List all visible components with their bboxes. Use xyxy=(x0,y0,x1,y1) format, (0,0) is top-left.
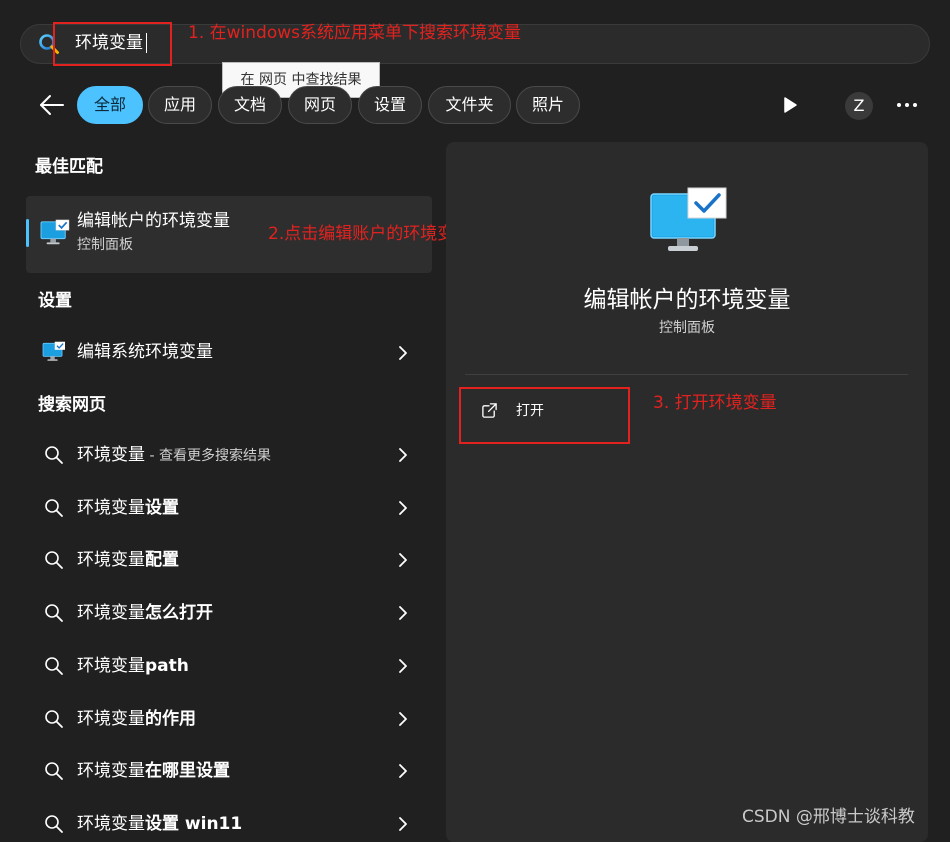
preview-divider xyxy=(465,374,908,375)
tab-all[interactable]: 全部 xyxy=(77,86,143,124)
chevron-right-icon[interactable] xyxy=(398,659,408,673)
web-result-text: 环境变量在哪里设置 xyxy=(77,760,230,783)
web-result-bold: 配置 xyxy=(145,550,179,570)
annotation-step-1: 1. 在windows系统应用菜单下搜索环境变量 xyxy=(188,23,521,43)
tab-apps[interactable]: 应用 xyxy=(148,86,212,124)
chevron-right-icon[interactable] xyxy=(398,817,408,831)
tab-folders[interactable]: 文件夹 xyxy=(428,86,511,124)
search-icon xyxy=(45,604,63,622)
annotation-step-2: 2.点击编辑账户的环境变量 xyxy=(268,224,472,244)
preview-subtitle: 控制面板 xyxy=(659,320,715,336)
tab-documents[interactable]: 文档 xyxy=(218,86,282,124)
back-arrow-icon[interactable] xyxy=(37,93,65,117)
annotation-box-search xyxy=(53,22,172,66)
web-result-text: 环境变量设置 win11 xyxy=(77,813,242,836)
web-result-text: 环境变量的作用 xyxy=(77,708,196,731)
chevron-right-icon[interactable] xyxy=(398,712,408,726)
web-result-query: 环境变量 xyxy=(77,761,145,781)
selection-indicator xyxy=(26,219,29,247)
control-panel-large-icon xyxy=(650,187,727,251)
web-result-query: 环境变量 xyxy=(77,814,145,834)
web-result-bold: 设置 win11 xyxy=(145,814,243,834)
tab-settings[interactable]: 设置 xyxy=(358,86,422,124)
chevron-right-icon[interactable] xyxy=(398,764,408,778)
settings-heading: 设置 xyxy=(38,291,72,311)
web-result-text: 环境变量配置 xyxy=(77,549,179,572)
search-icon xyxy=(45,710,63,728)
settings-item-system-env[interactable]: 编辑系统环境变量 xyxy=(77,341,213,363)
control-panel-monitor-icon xyxy=(40,219,70,245)
web-result-text: 环境变量path xyxy=(77,655,189,678)
annotation-box-open xyxy=(459,387,630,444)
watermark: CSDN @邢博士谈科教 xyxy=(742,807,915,827)
chevron-right-icon[interactable] xyxy=(398,501,408,515)
web-result-query: 环境变量 xyxy=(77,550,145,570)
web-result-query: 环境变量 xyxy=(77,709,145,729)
chevron-right-icon[interactable] xyxy=(398,553,408,567)
web-result-suffix: - 查看更多搜索结果 xyxy=(145,448,271,464)
search-icon xyxy=(45,499,63,517)
chevron-right-icon[interactable] xyxy=(398,346,408,360)
more-options-icon[interactable] xyxy=(895,98,919,112)
web-result-bold: path xyxy=(145,656,189,676)
web-result-query: 环境变量 xyxy=(77,656,145,676)
system-monitor-icon xyxy=(42,341,65,361)
web-result-text: 环境变量怎么打开 xyxy=(77,602,213,625)
best-match-title: 编辑帐户的环境变量 xyxy=(77,211,230,231)
web-result-text: 环境变量设置 xyxy=(77,497,179,520)
web-result-query: 环境变量 xyxy=(77,603,145,623)
tab-photos[interactable]: 照片 xyxy=(516,86,580,124)
search-icon xyxy=(45,551,63,569)
search-icon xyxy=(45,762,63,780)
play-icon[interactable] xyxy=(781,96,799,114)
annotation-step-3: 3. 打开环境变量 xyxy=(653,393,777,413)
best-match-heading: 最佳匹配 xyxy=(35,157,103,177)
search-icon xyxy=(45,657,63,675)
search-icon xyxy=(45,815,63,833)
search-web-heading: 搜索网页 xyxy=(38,395,106,415)
chevron-right-icon[interactable] xyxy=(398,448,408,462)
tab-web[interactable]: 网页 xyxy=(288,86,352,124)
web-result-bold: 怎么打开 xyxy=(145,603,213,623)
web-result-query: 环境变量 xyxy=(77,498,145,518)
web-result-bold: 设置 xyxy=(145,498,179,518)
web-result-text: 环境变量 - 查看更多搜索结果 xyxy=(77,444,271,467)
preview-title: 编辑帐户的环境变量 xyxy=(583,287,791,313)
web-result-bold: 在哪里设置 xyxy=(145,761,230,781)
avatar[interactable]: Z xyxy=(845,92,873,120)
chevron-right-icon[interactable] xyxy=(398,606,408,620)
web-result-bold: 的作用 xyxy=(145,709,196,729)
web-result-query: 环境变量 xyxy=(77,445,145,465)
best-match-subtitle: 控制面板 xyxy=(77,237,133,253)
search-icon xyxy=(45,446,63,464)
